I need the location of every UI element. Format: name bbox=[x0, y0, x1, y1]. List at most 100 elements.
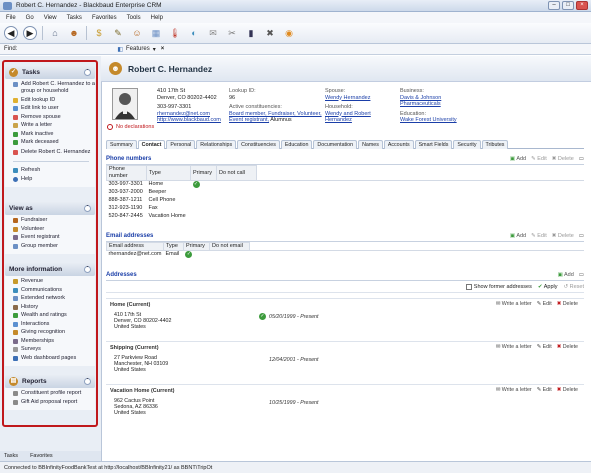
phone-section-title: Phone numbers bbox=[106, 156, 152, 162]
add-icon: ▣ bbox=[557, 272, 563, 278]
address-section: Addresses ▣ Add ▭ Show former addresses … bbox=[106, 270, 584, 293]
edit-button[interactable]: ✎ Edit bbox=[537, 344, 552, 350]
features-dropdown[interactable]: Features bbox=[126, 46, 150, 52]
show-former-checkbox[interactable] bbox=[465, 283, 472, 290]
table-row[interactable]: rhernandez@net.com Email ✓ bbox=[107, 251, 585, 259]
apply-icon: ✔ bbox=[537, 283, 543, 290]
delete-button[interactable]: ✖ Delete bbox=[557, 344, 578, 350]
menu-tasks[interactable]: Tasks bbox=[67, 15, 82, 21]
tab-smart-fields[interactable]: Smart Fields bbox=[414, 140, 453, 149]
home-icon[interactable]: ⌂ bbox=[48, 26, 62, 40]
tab-relationships[interactable]: Relationships bbox=[196, 140, 237, 149]
tab-names[interactable]: Names bbox=[358, 140, 383, 149]
email-add-button[interactable]: ▣ Add bbox=[510, 233, 526, 239]
menu-tools[interactable]: Tools bbox=[127, 15, 141, 21]
tab-tributes[interactable]: Tributes bbox=[481, 140, 509, 149]
tools-icon[interactable]: ✖ bbox=[263, 26, 277, 40]
email-table: Email address Type Primary Do not email … bbox=[106, 242, 584, 259]
revenue-icon[interactable]: $ bbox=[92, 26, 106, 40]
email-expand-icon[interactable]: ▭ bbox=[579, 233, 584, 239]
tab-summary[interactable]: Summary bbox=[106, 140, 137, 149]
table-row[interactable]: 303-937-2000 Beeper bbox=[107, 189, 585, 197]
address-row-vacation[interactable]: Vacation Home (Current) 962 Cactus Point… bbox=[106, 384, 584, 427]
tab-accounts[interactable]: Accounts bbox=[383, 140, 414, 149]
address-expand-icon[interactable]: ▭ bbox=[579, 272, 584, 278]
address-row-shipping[interactable]: Shipping (Current) 27 Parkview Road Manc… bbox=[106, 341, 584, 384]
tab-security[interactable]: Security bbox=[453, 140, 481, 149]
phone-edit-button[interactable]: ✎ Edit bbox=[531, 156, 547, 162]
table-row[interactable]: 312-923-1190 Fax bbox=[107, 205, 585, 213]
spouse-link[interactable]: Wendy Hernandez bbox=[325, 95, 395, 102]
menu-favorites[interactable]: Favorites bbox=[92, 15, 117, 21]
primary-check-icon: ✓ bbox=[185, 251, 193, 258]
write-letter-button[interactable]: ✉ Write a letter bbox=[496, 344, 532, 350]
back-icon[interactable]: ◀ bbox=[4, 26, 18, 40]
household-link[interactable]: Wendy and Robert Hernandez bbox=[325, 111, 395, 124]
forward-icon[interactable]: ▶ bbox=[23, 26, 37, 40]
highlight-frame bbox=[2, 60, 98, 427]
status-bar: Connected to BBInfinityFoodBankTest at h… bbox=[0, 461, 591, 473]
prospects-icon[interactable]: ☺ bbox=[130, 26, 144, 40]
database-icon[interactable]: ▮ bbox=[244, 26, 258, 40]
record-tabs: Summary Contact Personal Relationships C… bbox=[106, 140, 584, 149]
status-text: Connected to BBInfinityFoodBankTest at h… bbox=[4, 464, 213, 471]
phone-table: Phone number Type Primary Do not call 30… bbox=[106, 165, 584, 221]
event-registrant-link[interactable]: Event registrant, bbox=[229, 117, 269, 123]
phone-delete-button[interactable]: ✖ Delete bbox=[552, 156, 574, 162]
chevron-down-icon[interactable]: ▾ bbox=[153, 46, 156, 53]
business-block: Business: Davis & Johnson Pharmaceutical… bbox=[400, 88, 470, 124]
phone-section: Phone numbers ▣ Add ✎ Edit ✖ Delete ▭ Ph… bbox=[106, 154, 584, 221]
tab-contact[interactable]: Contact bbox=[137, 140, 166, 149]
table-row[interactable]: 303-997-3301 Home ✓ bbox=[107, 181, 585, 189]
fundraising-icon[interactable]: ✎ bbox=[111, 26, 125, 40]
add-icon: ▣ bbox=[509, 233, 516, 239]
events-icon[interactable]: ▦ bbox=[149, 26, 163, 40]
menu-go[interactable]: Go bbox=[26, 15, 34, 21]
bottom-tab-favorites[interactable]: Favorites bbox=[30, 453, 53, 459]
minimize-button[interactable]: – bbox=[548, 1, 560, 10]
address-add-button[interactable]: ▣ Add bbox=[558, 272, 574, 278]
education-link[interactable]: Wake Forest University bbox=[400, 117, 470, 124]
table-row[interactable]: 520-847-2445 Vacation Home bbox=[107, 213, 585, 221]
write-letter-button[interactable]: ✉ Write a letter bbox=[496, 301, 532, 307]
analysis-icon[interactable]: 🌡 bbox=[168, 26, 182, 40]
email-delete-button[interactable]: ✖ Delete bbox=[552, 233, 574, 239]
phone-add-button[interactable]: ▣ Add bbox=[510, 156, 526, 162]
constituents-icon[interactable]: ☻ bbox=[67, 26, 81, 40]
show-former-toggle[interactable]: Show former addresses bbox=[465, 283, 532, 290]
delete-button[interactable]: ✖ Delete bbox=[557, 387, 578, 393]
menu-bar: File Go View Tasks Favorites Tools Help bbox=[0, 12, 591, 23]
write-letter-button[interactable]: ✉ Write a letter bbox=[496, 387, 532, 393]
clear-icon[interactable]: × bbox=[161, 46, 165, 52]
menu-view[interactable]: View bbox=[44, 15, 57, 21]
email-edit-button[interactable]: ✎ Edit bbox=[531, 233, 547, 239]
apply-button[interactable]: ✔ Apply bbox=[538, 284, 558, 290]
title-bar: Robert C. Hernandez - Blackbaud Enterpri… bbox=[0, 0, 591, 12]
address-row-home[interactable]: Home (Current) 410 17th St Denver, CO 80… bbox=[106, 298, 584, 341]
tab-education[interactable]: Education bbox=[280, 140, 313, 149]
menu-file[interactable]: File bbox=[6, 15, 16, 21]
tab-constituencies[interactable]: Constituencies bbox=[237, 140, 280, 149]
email-section: Email addresses ▣ Add ✎ Edit ✖ Delete ▭ … bbox=[106, 231, 584, 259]
edit-button[interactable]: ✎ Edit bbox=[537, 387, 552, 393]
declarations-status: No declarations bbox=[107, 124, 154, 130]
features-icon: ◧ bbox=[117, 46, 124, 53]
delete-button[interactable]: ✖ Delete bbox=[557, 301, 578, 307]
bottom-tab-tasks[interactable]: Tasks bbox=[4, 453, 18, 459]
phone-expand-icon[interactable]: ▭ bbox=[579, 156, 584, 162]
close-button[interactable]: × bbox=[576, 1, 588, 10]
business-link[interactable]: Davis & Johnson Pharmaceuticals bbox=[400, 95, 470, 108]
menu-help[interactable]: Help bbox=[151, 15, 163, 21]
tab-personal[interactable]: Personal bbox=[166, 140, 196, 149]
edit-button[interactable]: ✎ Edit bbox=[537, 301, 552, 307]
record-title: Robert C. Hernandez bbox=[128, 63, 213, 74]
table-row[interactable]: 888-387-1211 Cell Phone bbox=[107, 197, 585, 205]
admin-icon[interactable]: ✂ bbox=[225, 26, 239, 40]
reset-button[interactable]: ↺ Reset bbox=[563, 284, 584, 290]
toolbar: ◀ ▶ ⌂ ☻ $ ✎ ☺ ▦ 🌡 ◐ ✉ ✂ ▮ ✖ ◉ bbox=[0, 23, 591, 44]
marketing-icon[interactable]: ✉ bbox=[206, 26, 220, 40]
cake-icon[interactable]: ◉ bbox=[282, 26, 296, 40]
web-icon[interactable]: ◐ bbox=[187, 26, 201, 40]
tab-documentation[interactable]: Documentation bbox=[313, 140, 358, 149]
maximize-button[interactable]: □ bbox=[562, 1, 574, 10]
